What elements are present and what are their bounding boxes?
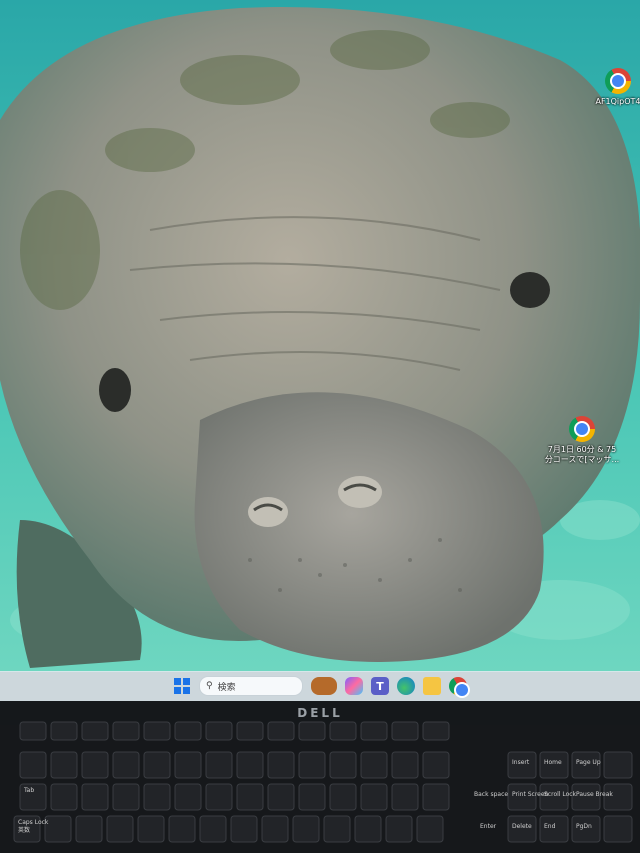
keyboard-key[interactable] xyxy=(416,815,444,843)
keyboard-key[interactable] xyxy=(19,721,47,741)
keyboard-nav-key[interactable] xyxy=(603,815,633,843)
keyboard-key[interactable] xyxy=(81,783,109,811)
windows-start-button[interactable] xyxy=(173,677,191,695)
keyboard-key[interactable] xyxy=(112,783,140,811)
keyboard-key[interactable] xyxy=(298,783,326,811)
keyboard-key[interactable] xyxy=(267,721,295,741)
keyboard: Tab Caps Lock英数 Insert Home Page Up Delete End… xyxy=(13,721,633,843)
keyboard-key[interactable] xyxy=(174,751,202,779)
key-label: PgDn xyxy=(576,823,592,830)
keyboard-key[interactable] xyxy=(360,783,388,811)
search-placeholder: 検索 xyxy=(217,682,236,693)
keyboard-key[interactable] xyxy=(329,721,357,741)
keyboard-key[interactable] xyxy=(50,721,78,741)
keyboard-key[interactable] xyxy=(391,783,419,811)
keyboard-key[interactable] xyxy=(267,751,295,779)
keyboard-key[interactable] xyxy=(143,783,171,811)
keyboard-key[interactable] xyxy=(174,721,202,741)
keyboard-nav-key[interactable] xyxy=(603,751,633,779)
key-label: Caps Lock xyxy=(18,819,49,826)
keyboard-key[interactable] xyxy=(106,815,134,843)
keyboard-key[interactable] xyxy=(422,721,450,741)
keyboard-key[interactable] xyxy=(137,815,165,843)
keyboard-key[interactable] xyxy=(267,783,295,811)
search-icon: ⚲ xyxy=(206,681,213,691)
keyboard-key[interactable] xyxy=(323,815,351,843)
keyboard-key[interactable] xyxy=(230,815,258,843)
keyboard-key[interactable] xyxy=(143,751,171,779)
desktop-icon-chrome-1[interactable]: AF1QipOT4 xyxy=(588,68,640,107)
key-label: Scroll Lock xyxy=(544,791,577,798)
taskbar-search-box[interactable]: ⚲ 検索 xyxy=(199,676,303,696)
widgets-game-icon[interactable] xyxy=(311,677,337,695)
keyboard-key[interactable] xyxy=(354,815,382,843)
keyboard-key[interactable] xyxy=(360,721,388,741)
keyboard-key[interactable] xyxy=(205,783,233,811)
keyboard-key[interactable] xyxy=(385,815,413,843)
keyboard-key[interactable] xyxy=(199,815,227,843)
keyboard-key[interactable] xyxy=(236,783,264,811)
keyboard-key[interactable] xyxy=(50,783,78,811)
keyboard-key[interactable] xyxy=(236,721,264,741)
chrome-icon xyxy=(569,416,595,442)
key-label: Pause Break xyxy=(576,791,613,798)
desktop-icon-chrome-2[interactable]: 7月1日 60分 & 75 分コースで[マッサ... xyxy=(544,416,620,465)
edge-icon[interactable] xyxy=(397,677,415,695)
key-label: Page Up xyxy=(576,759,601,766)
keyboard-key[interactable] xyxy=(112,751,140,779)
file-explorer-icon[interactable] xyxy=(423,677,441,695)
keyboard-key[interactable] xyxy=(298,721,326,741)
key-label: Tab xyxy=(23,787,34,794)
key-label: Delete xyxy=(512,823,532,830)
keyboard-key[interactable] xyxy=(143,721,171,741)
keyboard-key[interactable] xyxy=(44,815,72,843)
keyboard-key[interactable] xyxy=(168,815,196,843)
keyboard-key[interactable] xyxy=(422,783,450,811)
keyboard-key[interactable] xyxy=(112,721,140,741)
teams-icon[interactable]: T xyxy=(371,677,389,695)
key-label: Back space xyxy=(474,791,508,798)
keyboard-key[interactable] xyxy=(391,751,419,779)
keyboard-key[interactable] xyxy=(360,751,388,779)
keyboard-key[interactable] xyxy=(236,751,264,779)
key-label: Insert xyxy=(512,759,530,766)
keyboard-key[interactable] xyxy=(329,751,357,779)
keyboard-key[interactable] xyxy=(75,815,103,843)
keyboard-key[interactable] xyxy=(205,721,233,741)
taskbar: ⚲ 検索 T xyxy=(0,671,640,701)
keyboard-key[interactable] xyxy=(174,783,202,811)
keyboard-key[interactable] xyxy=(261,815,289,843)
keyboard-key[interactable] xyxy=(329,783,357,811)
key-label: Home xyxy=(544,759,562,766)
keyboard-key[interactable] xyxy=(81,721,109,741)
keyboard-key[interactable] xyxy=(422,751,450,779)
keyboard-key[interactable] xyxy=(391,721,419,741)
key-label: End xyxy=(544,823,556,830)
chrome-icon xyxy=(605,68,631,94)
desktop-icon-label: 7月1日 60分 & 75 分コースで[マッサ... xyxy=(544,445,620,464)
keyboard-key[interactable] xyxy=(81,751,109,779)
keyboard-key[interactable] xyxy=(205,751,233,779)
copilot-icon[interactable] xyxy=(345,677,363,695)
keyboard-key[interactable] xyxy=(292,815,320,843)
key-label: 英数 xyxy=(18,826,30,834)
chrome-icon[interactable] xyxy=(449,677,468,696)
keyboard-key[interactable] xyxy=(19,751,47,779)
desktop-icon-label: AF1QipOT4 xyxy=(595,97,640,106)
keyboard-key[interactable] xyxy=(50,751,78,779)
keyboard-key[interactable] xyxy=(298,751,326,779)
key-label: Enter xyxy=(480,823,497,830)
